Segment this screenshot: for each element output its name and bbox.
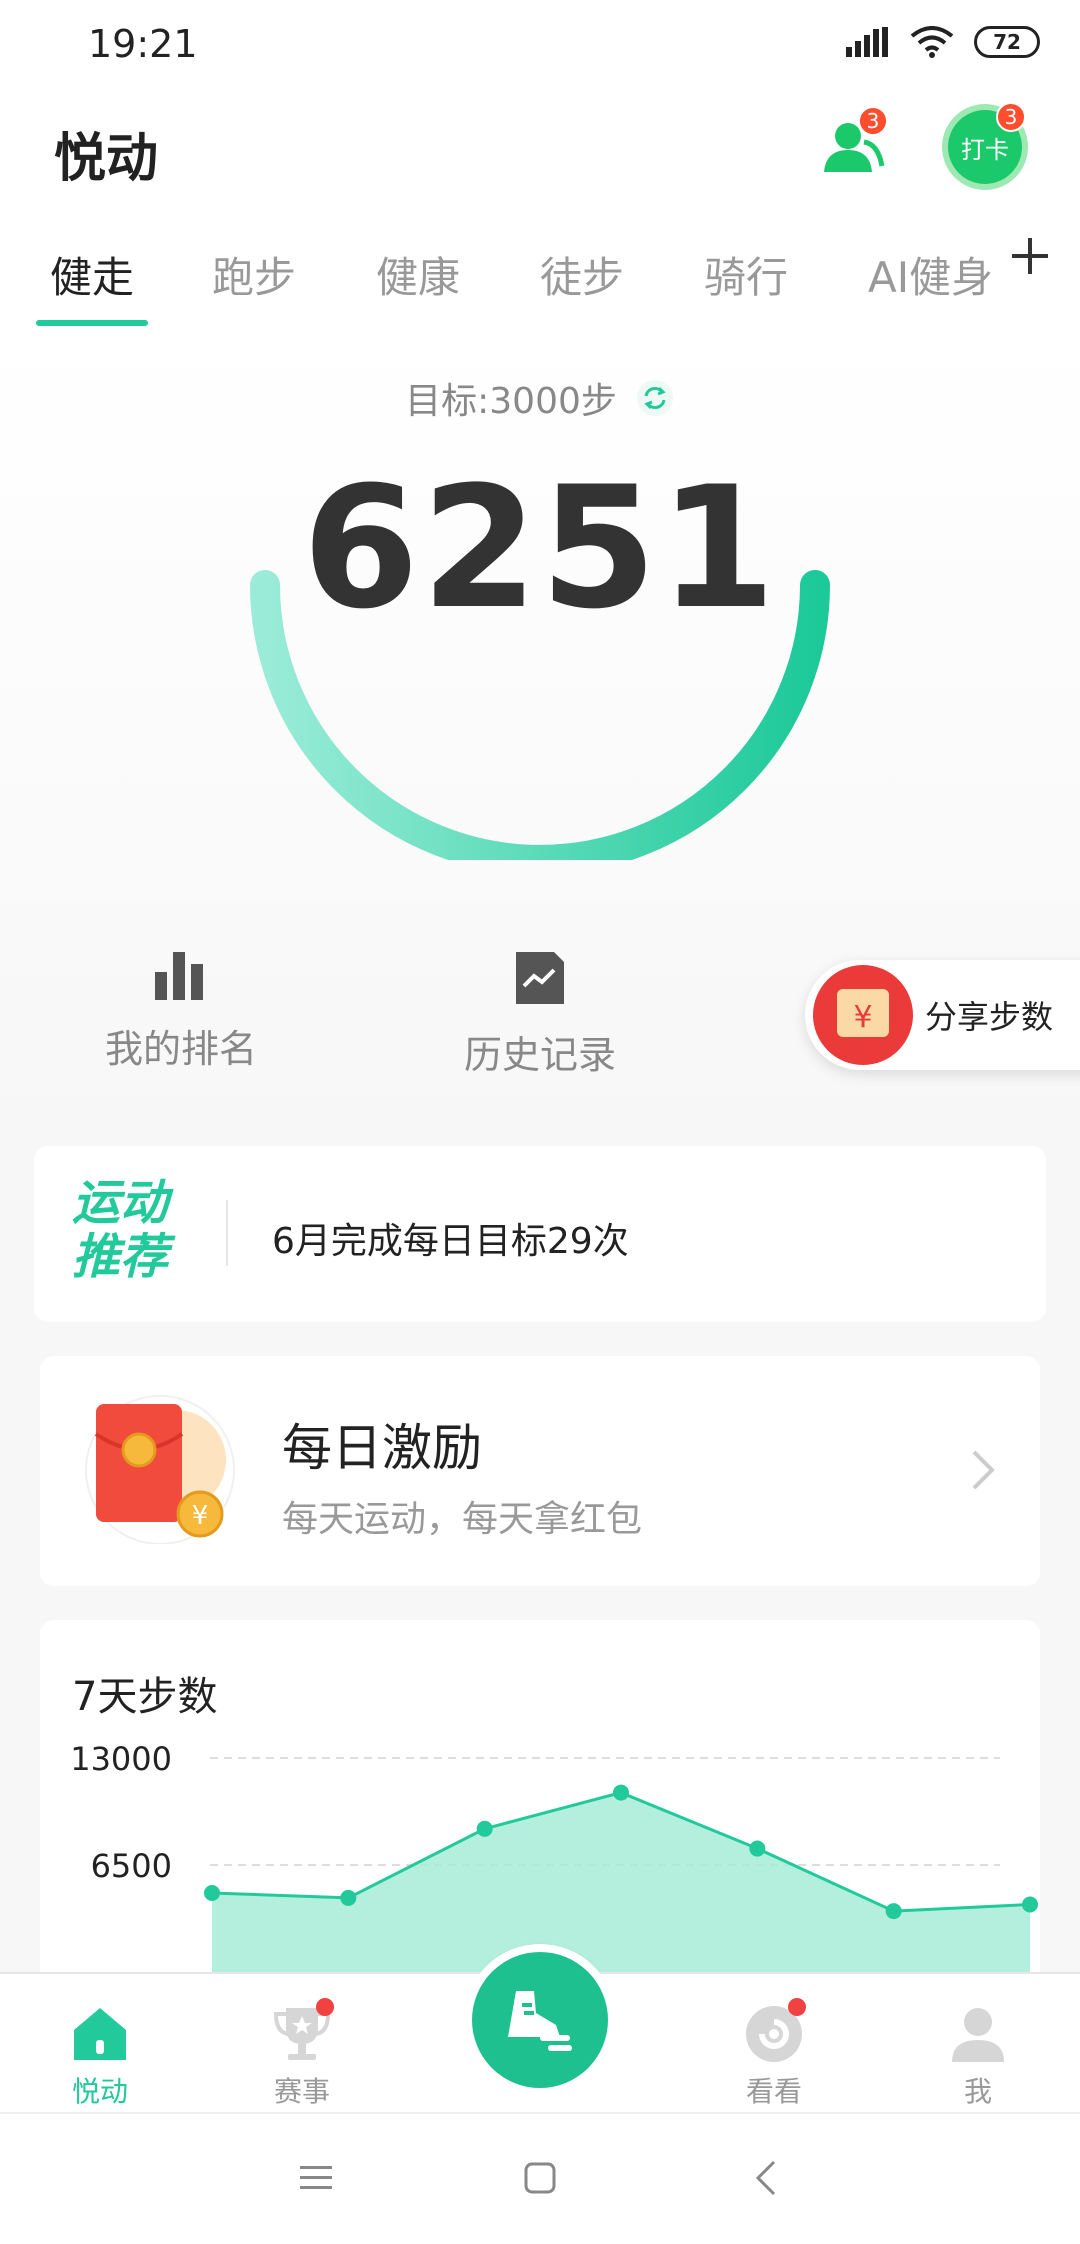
recommend-divider <box>226 1200 228 1266</box>
checkin-label: 打卡 <box>961 135 1009 164</box>
wifi-icon <box>910 26 954 58</box>
start-workout-button[interactable] <box>472 1952 608 2088</box>
friends-button[interactable]: 3 <box>818 106 890 184</box>
data-point <box>749 1840 766 1857</box>
history-label: 历史记录 <box>463 1033 616 1077</box>
data-point <box>613 1784 629 1801</box>
goal-text: 目标:3000步 <box>405 381 617 422</box>
nav-me-label: 我 <box>963 2075 992 2108</box>
red-packet-icon: ¥ <box>85 1395 235 1544</box>
app-header <box>0 92 1080 222</box>
nav-home-label: 悦动 <box>71 2075 128 2108</box>
tab-run[interactable]: 跑步 <box>212 244 296 305</box>
bar-chart-icon <box>155 952 203 1000</box>
page-title: 悦动 <box>54 129 159 189</box>
running-shoe-icon <box>508 1991 572 2051</box>
nav-events[interactable]: 赛事 <box>242 1998 362 2110</box>
home-square-icon[interactable] <box>520 2158 560 2198</box>
share-steps-label: 分享步数 <box>925 998 1054 1036</box>
status-icons: 72 <box>846 26 1040 58</box>
tab-active-indicator <box>36 320 148 326</box>
data-point <box>204 1884 220 1901</box>
back-icon[interactable] <box>748 2158 788 2198</box>
my-ranking-button[interactable]: 我的排名 <box>96 950 266 1073</box>
gauge-fill <box>250 570 830 860</box>
recommend-text: 6月完成每日目标29次 <box>272 1221 629 1262</box>
history-button[interactable]: 历史记录 <box>460 950 620 1079</box>
nav-discover-label: 看看 <box>745 2075 802 2108</box>
user-icon <box>952 2008 1004 2062</box>
menu-icon[interactable] <box>296 2158 336 2198</box>
step-progress-gauge <box>250 570 830 860</box>
events-notification-dot <box>316 1998 334 2016</box>
goal-row: 目标:3000步 <box>0 372 1080 424</box>
svg-text:¥: ¥ <box>853 1000 872 1035</box>
tab-walk[interactable]: 健走 <box>50 244 134 305</box>
recommend-logo: 运动 推荐 <box>72 1176 168 1284</box>
home-icon <box>74 2008 126 2060</box>
history-icon <box>516 952 564 1004</box>
data-point <box>340 1889 357 1906</box>
add-tab-icon[interactable] <box>1010 236 1050 276</box>
battery-indicator: 72 <box>974 26 1040 58</box>
recommend-logo-line2: 推荐 <box>72 1229 169 1285</box>
nav-discover[interactable]: 看看 <box>714 1998 834 2110</box>
friends-badge: 3 <box>858 106 888 136</box>
checkin-button[interactable]: 打卡 3 <box>948 102 1026 184</box>
refresh-icon[interactable] <box>635 378 675 418</box>
discover-notification-dot <box>788 1998 806 2016</box>
weekly-steps-title: 7天步数 <box>72 1674 218 1720</box>
svg-text:¥: ¥ <box>192 1501 209 1531</box>
recommend-logo-line1: 运动 <box>72 1175 169 1231</box>
checkin-badge: 3 <box>996 102 1026 132</box>
tab-health[interactable]: 健康 <box>376 244 460 305</box>
tab-cycle[interactable]: 骑行 <box>704 244 788 305</box>
reward-title: 每日激励 <box>282 1419 482 1477</box>
nav-home[interactable]: 悦动 <box>40 2002 160 2110</box>
signal-icon <box>846 27 888 57</box>
sport-tabs: 健走 跑步 健康 徒步 骑行 AI健身 <box>0 222 1080 332</box>
share-steps-button[interactable]: ¥ 分享步数 <box>805 960 1080 1070</box>
tab-hike[interactable]: 徒步 <box>540 244 624 305</box>
gauge-track <box>250 570 830 860</box>
data-point <box>476 1820 493 1837</box>
my-ranking-label: 我的排名 <box>104 1027 257 1071</box>
nav-events-label: 赛事 <box>273 2075 330 2108</box>
red-envelope-icon: ¥ <box>813 965 913 1065</box>
nav-me[interactable]: 我 <box>918 2002 1038 2110</box>
data-point <box>885 1903 902 1920</box>
y-tick-label: 6500 <box>91 1847 172 1885</box>
tab-ai-fitness[interactable]: AI健身 <box>868 244 993 305</box>
y-tick-label: 13000 <box>70 1740 172 1778</box>
status-time: 19:21 <box>88 22 198 66</box>
chevron-right-icon <box>972 1450 995 1490</box>
data-point <box>1022 1896 1038 1913</box>
reward-subtitle: 每天运动，每天拿红包 <box>282 1499 643 1540</box>
